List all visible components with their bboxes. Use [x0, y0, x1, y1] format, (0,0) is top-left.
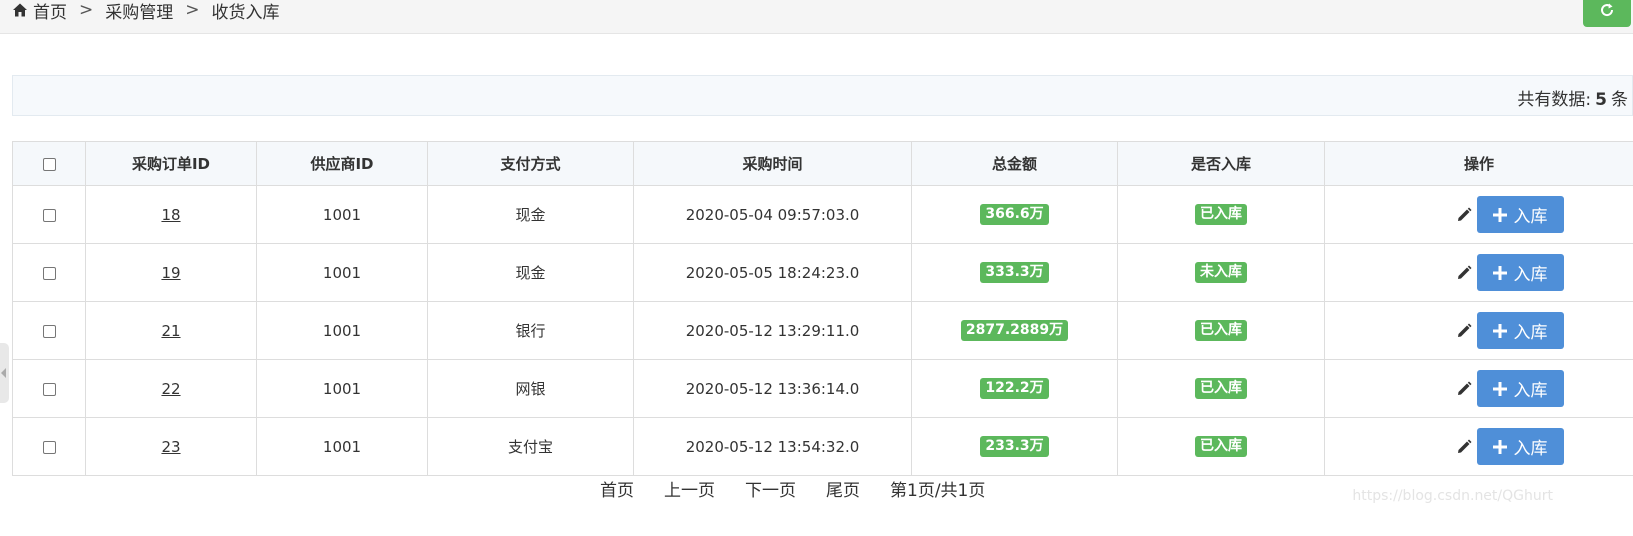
breadcrumb-separator: > [79, 0, 94, 20]
order-id-link[interactable]: 21 [161, 322, 180, 340]
order-id-link[interactable]: 22 [161, 380, 180, 398]
stock-in-button[interactable]: 入库 [1476, 312, 1564, 349]
receiving-table: 采购订单ID 供应商ID 支付方式 采购时间 总金额 是否入库 操作 18 10… [12, 141, 1633, 476]
header-stock-status[interactable]: 是否入库 [1117, 141, 1325, 186]
order-id-link[interactable]: 18 [161, 206, 180, 224]
purchase-time: 2020-05-05 18:24:23.0 [633, 243, 912, 302]
table-header-row: 采购订单ID 供应商ID 支付方式 采购时间 总金额 是否入库 操作 [12, 141, 1633, 186]
header-payment-method[interactable]: 支付方式 [427, 141, 634, 186]
stock-in-label: 入库 [1513, 207, 1548, 227]
summary-bar: 共有数据: 5 条 [12, 75, 1633, 116]
stock-in-label: 入库 [1513, 265, 1548, 285]
row-checkbox[interactable] [42, 382, 56, 396]
row-actions: 入库 [1385, 254, 1633, 291]
header-supplier-id[interactable]: 供应商ID [256, 141, 428, 186]
breadcrumb: 首页 > 采购管理 > 收货入库 [12, 0, 280, 23]
table-row: 23 1001 支付宝 2020-05-12 13:54:32.0 233.3万… [12, 417, 1633, 476]
stock-in-button[interactable]: 入库 [1476, 428, 1564, 465]
pencil-icon[interactable] [1455, 322, 1473, 340]
stock-in-label: 入库 [1513, 439, 1548, 459]
status-badge: 未入库 [1195, 262, 1247, 283]
row-actions: 入库 [1385, 428, 1633, 465]
row-checkbox[interactable] [42, 440, 56, 454]
refresh-icon [1601, 3, 1614, 16]
supplier-id: 1001 [256, 243, 428, 302]
plus-icon [1492, 439, 1507, 454]
watermark: https://blog.csdn.net/QGhurt [1352, 488, 1553, 504]
pencil-icon[interactable] [1455, 438, 1473, 456]
table-row: 21 1001 银行 2020-05-12 13:29:11.0 2877.28… [12, 301, 1633, 360]
total-count-text: 共有数据: 5 条 [1517, 85, 1628, 110]
pencil-icon[interactable] [1455, 264, 1473, 282]
stock-in-label: 入库 [1513, 381, 1548, 401]
amount-badge: 366.6万 [980, 204, 1049, 225]
purchase-time: 2020-05-12 13:29:11.0 [633, 301, 912, 360]
row-actions: 入库 [1385, 196, 1633, 233]
sidebar-toggle-handle[interactable] [0, 343, 9, 403]
purchase-time: 2020-05-12 13:36:14.0 [633, 359, 912, 418]
total-unit: 条 [1611, 90, 1628, 110]
plus-icon [1492, 381, 1507, 396]
supplier-id: 1001 [256, 417, 428, 476]
pencil-icon[interactable] [1455, 380, 1473, 398]
purchase-time: 2020-05-12 13:54:32.0 [633, 417, 912, 476]
amount-badge: 122.2万 [980, 378, 1049, 399]
payment-method: 现金 [427, 185, 634, 244]
supplier-id: 1001 [256, 301, 428, 360]
table-row: 19 1001 现金 2020-05-05 18:24:23.0 333.3万 … [12, 243, 1633, 302]
row-checkbox[interactable] [42, 266, 56, 280]
status-badge: 已入库 [1195, 320, 1247, 341]
plus-icon [1492, 265, 1507, 280]
header-select-all [12, 141, 86, 186]
supplier-id: 1001 [256, 185, 428, 244]
plus-icon [1492, 323, 1507, 338]
header-total-amount[interactable]: 总金额 [911, 141, 1118, 186]
pager-first-link[interactable]: 首页 [600, 476, 634, 501]
refresh-button[interactable] [1583, 0, 1631, 27]
pencil-icon[interactable] [1455, 206, 1473, 224]
amount-badge: 333.3万 [980, 262, 1049, 283]
amount-badge: 2877.2889万 [960, 320, 1069, 341]
breadcrumb-purchase-management[interactable]: 采购管理 [105, 0, 173, 23]
payment-method: 网银 [427, 359, 634, 418]
payment-method: 现金 [427, 243, 634, 302]
breadcrumb-home[interactable]: 首页 [33, 0, 67, 23]
home-icon [13, 3, 27, 17]
row-actions: 入库 [1385, 370, 1633, 407]
table-row: 22 1001 网银 2020-05-12 13:36:14.0 122.2万 … [12, 359, 1633, 418]
header-purchase-time[interactable]: 采购时间 [633, 141, 912, 186]
breadcrumb-receiving: 收货入库 [211, 2, 280, 23]
select-all-checkbox[interactable] [42, 157, 56, 171]
status-badge: 已入库 [1195, 378, 1247, 399]
row-checkbox[interactable] [42, 324, 56, 338]
pager-next-link[interactable]: 下一页 [745, 476, 796, 501]
payment-method: 银行 [427, 301, 634, 360]
total-count: 5 [1595, 90, 1607, 110]
table-row: 18 1001 现金 2020-05-04 09:57:03.0 366.6万 … [12, 185, 1633, 244]
stock-in-label: 入库 [1513, 323, 1548, 343]
payment-method: 支付宝 [427, 417, 634, 476]
header-actions: 操作 [1324, 141, 1633, 186]
row-checkbox[interactable] [42, 208, 56, 222]
row-actions: 入库 [1385, 312, 1633, 349]
stock-in-button[interactable]: 入库 [1476, 254, 1564, 291]
supplier-id: 1001 [256, 359, 428, 418]
purchase-time: 2020-05-04 09:57:03.0 [633, 185, 912, 244]
breadcrumb-separator: > [185, 0, 200, 20]
order-id-link[interactable]: 19 [161, 264, 180, 282]
stock-in-button[interactable]: 入库 [1476, 196, 1564, 233]
pager-prev-link[interactable]: 上一页 [664, 476, 715, 501]
pager-info: 第1页/共1页 [890, 481, 986, 501]
header-order-id[interactable]: 采购订单ID [85, 141, 257, 186]
stock-in-button[interactable]: 入库 [1476, 370, 1564, 407]
status-badge: 已入库 [1195, 204, 1247, 225]
status-badge: 已入库 [1195, 436, 1247, 457]
pager-last-link[interactable]: 尾页 [826, 476, 860, 501]
order-id-link[interactable]: 23 [161, 438, 180, 456]
plus-icon [1492, 207, 1507, 222]
amount-badge: 233.3万 [980, 436, 1049, 457]
pagination: 首页 上一页 下一页 尾页 第1页/共1页 [600, 476, 985, 501]
total-label: 共有数据: [1517, 90, 1592, 110]
top-bar: 首页 > 采购管理 > 收货入库 [0, 0, 1633, 34]
